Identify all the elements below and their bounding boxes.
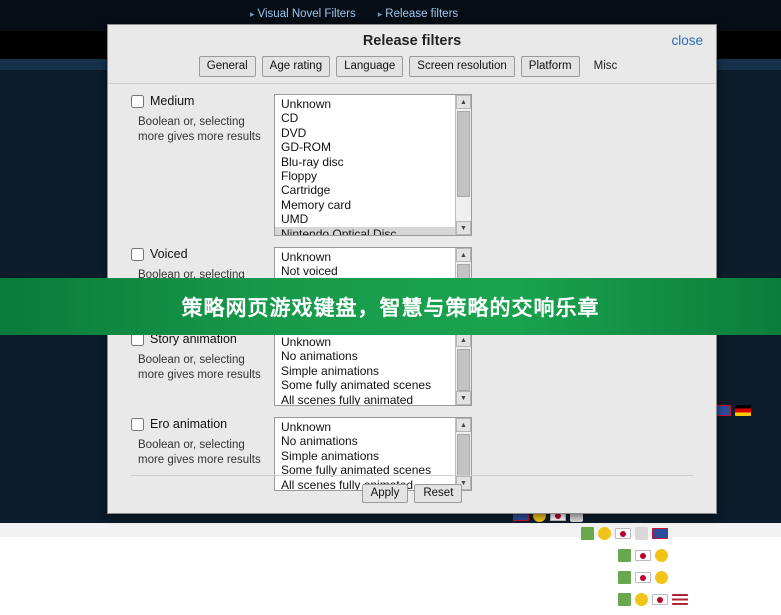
filter-medium: Medium Boolean or, selecting more gives … xyxy=(131,94,696,236)
flag-us-icon xyxy=(672,594,688,605)
list-item[interactable]: No animations xyxy=(275,349,471,363)
disc-icon xyxy=(655,571,668,584)
flag-uk-icon xyxy=(715,405,731,416)
filter-ero-animation-checkbox[interactable] xyxy=(131,417,144,431)
tab-language[interactable]: Language xyxy=(336,56,404,77)
disc-icon xyxy=(635,593,648,606)
filter-medium-listbox[interactable]: Unknown CD DVD GD-ROM Blu-ray disc Flopp… xyxy=(274,94,472,236)
book-icon xyxy=(618,593,631,606)
flag-jp-icon xyxy=(635,550,651,561)
flag-de-icon xyxy=(735,405,751,416)
flag-row xyxy=(618,593,688,606)
list-item[interactable]: Nintendo Optical Disc xyxy=(275,226,471,235)
tab-misc[interactable]: Misc xyxy=(586,56,626,77)
windows-icon xyxy=(635,527,648,540)
dialog-title: Release filters xyxy=(362,33,462,49)
filter-medium-checkbox[interactable] xyxy=(131,94,144,108)
tab-platform[interactable]: Platform xyxy=(520,56,580,77)
list-item[interactable]: Cartridge xyxy=(275,183,471,197)
scroll-up-icon[interactable]: ▲ xyxy=(456,95,471,109)
vn-filters-marker-icon: ▸ xyxy=(250,9,255,19)
filter-medium-label: Medium xyxy=(150,94,195,108)
scrollbar[interactable]: ▲ ▼ xyxy=(455,95,471,235)
scroll-down-icon[interactable]: ▼ xyxy=(456,391,471,405)
book-icon xyxy=(581,527,594,540)
filter-ero-animation-hint: Boolean or, selecting more gives more re… xyxy=(138,439,261,466)
flag-row xyxy=(618,549,668,562)
list-item[interactable]: Simple animations xyxy=(275,364,471,378)
tab-general[interactable]: General xyxy=(198,56,256,77)
list-item[interactable]: UMD xyxy=(275,212,471,226)
link-visual-novel-filters[interactable]: Visual Novel Filters xyxy=(258,8,356,20)
list-item[interactable]: All scenes fully animated xyxy=(275,393,471,405)
list-item[interactable]: Memory card xyxy=(275,198,471,212)
filter-story-animation-listbox[interactable]: Unknown No animations Simple animations … xyxy=(274,332,472,406)
list-item[interactable]: No animations xyxy=(275,434,471,448)
book-icon xyxy=(618,549,631,562)
list-item[interactable]: Floppy xyxy=(275,169,471,183)
filter-tabs: General Age rating Language Screen resol… xyxy=(108,53,716,84)
disc-icon xyxy=(655,549,668,562)
link-release-filters[interactable]: Release filters xyxy=(385,8,458,20)
book-icon xyxy=(618,571,631,584)
scroll-up-icon[interactable]: ▲ xyxy=(456,333,471,347)
overlay-title-text: 策略网页游戏键盘，智慧与策略的交响乐章 xyxy=(181,295,600,320)
flag-row xyxy=(618,571,668,584)
list-item[interactable]: Unknown xyxy=(275,250,471,264)
list-item[interactable]: GD-ROM xyxy=(275,140,471,154)
flag-jp-icon xyxy=(635,572,651,583)
reset-button[interactable]: Reset xyxy=(414,484,463,503)
list-item[interactable]: CD xyxy=(275,111,471,125)
flag-row xyxy=(581,527,668,540)
flag-row xyxy=(715,405,751,416)
list-item[interactable]: Unknown xyxy=(275,420,471,434)
release-filters-marker-icon: ▸ xyxy=(377,9,383,19)
filter-voiced-label: Voiced xyxy=(150,247,188,261)
disc-icon xyxy=(598,527,611,540)
scrollbar[interactable]: ▲ ▼ xyxy=(455,333,471,405)
list-item[interactable]: DVD xyxy=(275,126,471,140)
release-filters-dialog: Release filters close General Age rating… xyxy=(107,24,717,514)
filter-ero-animation-label: Ero animation xyxy=(150,417,228,431)
flag-jp-icon xyxy=(615,528,631,539)
scrollbar-thumb[interactable] xyxy=(457,111,470,197)
filter-voiced-checkbox[interactable] xyxy=(131,247,144,261)
filter-medium-left: Medium Boolean or, selecting more gives … xyxy=(131,94,274,145)
list-item[interactable]: Blu-ray disc xyxy=(275,155,471,169)
tab-age-rating[interactable]: Age rating xyxy=(261,56,331,77)
list-item[interactable]: Simple animations xyxy=(275,449,471,463)
scrollbar-thumb[interactable] xyxy=(457,434,470,476)
scroll-up-icon[interactable]: ▲ xyxy=(456,248,471,262)
filter-medium-hint: Boolean or, selecting more gives more re… xyxy=(138,116,261,143)
filter-story-animation-hint: Boolean or, selecting more gives more re… xyxy=(138,354,261,381)
dialog-footer: Apply Reset xyxy=(131,475,693,503)
filter-story-animation-left: Story animation Boolean or, selecting mo… xyxy=(131,332,274,383)
flag-jp-icon xyxy=(652,594,668,605)
filter-ero-animation-left: Ero animation Boolean or, selecting more… xyxy=(131,417,274,468)
filter-story-animation: Story animation Boolean or, selecting mo… xyxy=(131,332,696,406)
list-item[interactable]: Some fully animated scenes xyxy=(275,378,471,392)
tab-screen-resolution[interactable]: Screen resolution xyxy=(409,56,515,77)
list-item[interactable]: Not voiced xyxy=(275,264,471,278)
scroll-down-icon[interactable]: ▼ xyxy=(456,221,471,235)
scroll-up-icon[interactable]: ▲ xyxy=(456,418,471,432)
close-button[interactable]: close xyxy=(671,33,703,48)
overlay-title-banner: 策略网页游戏键盘，智慧与策略的交响乐章 xyxy=(0,278,781,335)
dialog-titlebar: Release filters close xyxy=(108,25,716,53)
scrollbar-thumb[interactable] xyxy=(457,349,470,391)
list-item[interactable]: Unknown xyxy=(275,97,471,111)
list-item[interactable]: Unknown xyxy=(275,335,471,349)
flag-uk-icon xyxy=(652,528,668,539)
apply-button[interactable]: Apply xyxy=(361,484,409,503)
